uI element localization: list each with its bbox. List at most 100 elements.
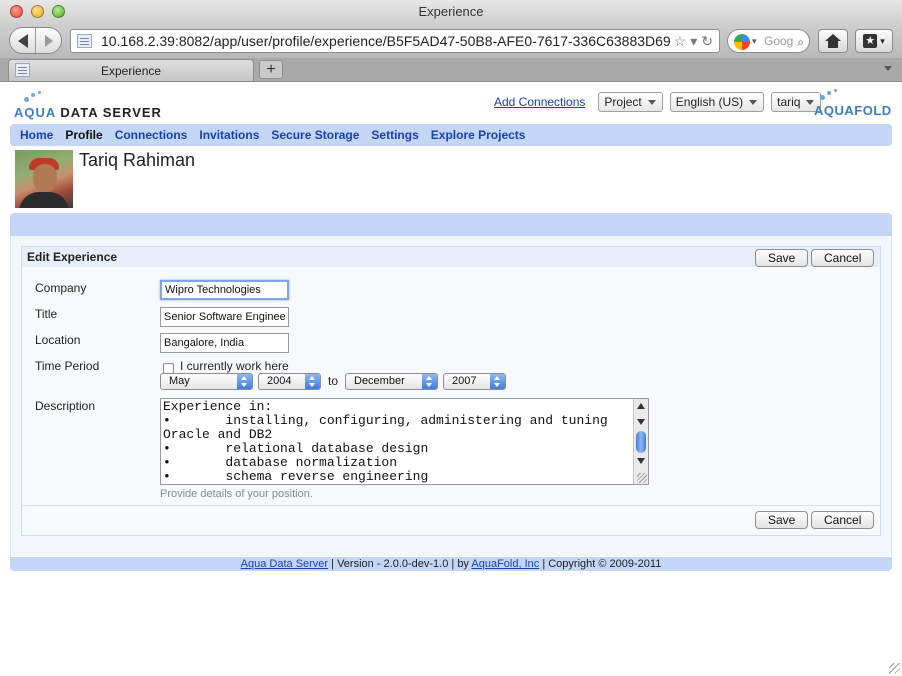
start-year-value: 2004 — [267, 375, 292, 387]
language-select[interactable]: English (US) — [669, 92, 765, 112]
title-label: Title — [35, 307, 58, 321]
title-input[interactable]: Senior Software Enginee — [160, 307, 289, 327]
end-month-select[interactable]: December — [345, 373, 438, 390]
main-nav: Home Profile Connections Invitations Sec… — [10, 124, 892, 146]
nav-connections[interactable]: Connections — [115, 128, 188, 142]
logo-data-server-text: DATA SERVER — [55, 105, 162, 120]
close-window-button[interactable] — [10, 5, 23, 18]
nav-explore-projects[interactable]: Explore Projects — [431, 128, 526, 142]
url-text: 10.168.2.39:8082/app/user/profile/experi… — [101, 33, 671, 49]
logo-bubbles-icon — [24, 91, 54, 103]
end-year-select[interactable]: 2007 — [443, 373, 506, 390]
window-titlebar: Experience — [0, 0, 902, 24]
bookmarks-star-icon: ★ — [863, 34, 878, 48]
location-input[interactable]: Bangalore, India — [160, 333, 289, 353]
window-resize-grip-icon[interactable] — [889, 663, 900, 674]
to-label: to — [328, 374, 339, 388]
end-year-stepper-icon — [490, 374, 505, 389]
bookmark-star-icon[interactable]: ☆ — [674, 33, 687, 49]
google-icon — [734, 34, 750, 50]
tab-title: Experience — [101, 64, 162, 78]
search-icon[interactable]: ⌕ — [797, 35, 804, 50]
footer-version-text: | Version - 2.0.0-dev-1.0 | by — [328, 558, 472, 570]
back-button[interactable] — [10, 28, 36, 53]
company-label: Company — [35, 281, 87, 295]
footer-product-link[interactable]: Aqua Data Server — [241, 558, 328, 570]
nav-invitations[interactable]: Invitations — [199, 128, 259, 142]
profile-name: Tariq Rahiman — [79, 150, 196, 170]
tab-menu-chevron-icon[interactable] — [884, 66, 892, 71]
browser-tab-experience[interactable]: Experience — [8, 59, 254, 81]
start-year-select[interactable]: 2004 — [258, 373, 321, 390]
description-text: Experience in: • installing, configuring… — [163, 399, 608, 484]
footer-copyright-text: | Copyright © 2009-2011 — [539, 558, 662, 570]
description-label: Description — [35, 399, 96, 413]
location-label: Location — [35, 333, 81, 347]
panel-header: Edit Experience Save Cancel — [22, 247, 880, 267]
scroll-down-arrow-icon[interactable] — [637, 419, 645, 425]
time-period-label: Time Period — [35, 359, 100, 373]
aquafold-bubbles-icon — [820, 89, 850, 101]
web-page: AQUA DATA SERVER Add Connections Project… — [0, 83, 902, 676]
currently-work-here-label: I currently work here — [180, 359, 289, 373]
panel-title: Edit Experience — [27, 250, 118, 264]
aquafold-logo-text: AQUAFOLD — [814, 103, 892, 118]
panel-footer-divider — [22, 505, 880, 506]
search-engine-dropdown-icon[interactable]: ▾ — [752, 30, 757, 52]
logo-aqua-text: AQUA — [14, 105, 56, 120]
description-scrollbar[interactable] — [633, 399, 648, 484]
save-button-bottom[interactable]: Save — [755, 511, 809, 529]
start-year-stepper-icon — [305, 374, 320, 389]
window-title: Experience — [418, 4, 484, 19]
description-textarea[interactable]: Experience in: • installing, configuring… — [160, 398, 649, 485]
browser-toolbar: 10.168.2.39:8082/app/user/profile/experi… — [0, 24, 902, 58]
scroll-thumb[interactable] — [636, 431, 646, 453]
project-select[interactable]: Project — [598, 92, 663, 112]
tab-favicon-icon — [15, 63, 30, 77]
bookmarks-dropdown-icon: ▾ — [880, 35, 885, 46]
end-year-value: 2007 — [452, 375, 477, 387]
cancel-button-top[interactable]: Cancel — [811, 249, 875, 267]
minimize-window-button[interactable] — [31, 5, 44, 18]
start-month-value: May — [169, 375, 190, 387]
cancel-button-bottom[interactable]: Cancel — [811, 511, 875, 529]
url-dropdown-icon[interactable]: ▾ — [690, 33, 697, 49]
home-icon — [825, 34, 841, 48]
add-connections-link[interactable]: Add Connections — [494, 95, 585, 109]
save-button-top[interactable]: Save — [755, 249, 809, 267]
new-tab-button[interactable]: + — [259, 60, 283, 79]
scroll-up-arrow-icon[interactable] — [637, 403, 645, 409]
forward-arrow-icon — [44, 34, 53, 47]
reload-icon[interactable]: ↻ — [701, 33, 713, 49]
home-button[interactable] — [818, 29, 848, 53]
zoom-window-button[interactable] — [52, 5, 65, 18]
end-month-stepper-icon — [422, 374, 437, 389]
search-placeholder: Goog — [764, 34, 794, 48]
content-header-band — [10, 213, 892, 236]
forward-button[interactable] — [36, 28, 61, 53]
history-buttons — [9, 27, 62, 54]
start-month-select[interactable]: May — [160, 373, 253, 390]
nav-profile[interactable]: Profile — [65, 128, 102, 142]
aquafold-logo[interactable]: AQUAFOLD — [812, 89, 892, 119]
site-favicon-icon — [77, 34, 92, 48]
address-bar[interactable]: 10.168.2.39:8082/app/user/profile/experi… — [70, 29, 720, 53]
nav-settings[interactable]: Settings — [371, 128, 418, 142]
aqua-data-server-logo[interactable]: AQUA DATA SERVER — [14, 91, 174, 121]
tab-strip: Experience + — [0, 58, 902, 82]
page-footer: Aqua Data Server | Version - 2.0.0-dev-1… — [10, 557, 892, 571]
end-month-value: December — [354, 375, 405, 387]
header-controls: Add Connections Project English (US) tar… — [494, 91, 822, 113]
back-arrow-icon — [17, 33, 28, 48]
description-hint: Provide details of your position. — [160, 488, 313, 500]
search-box[interactable]: ▾ Goog ⌕ — [727, 29, 810, 53]
textarea-resize-grip-icon[interactable] — [637, 473, 647, 483]
start-month-stepper-icon — [237, 374, 252, 389]
company-input[interactable]: Wipro Technologies — [160, 280, 289, 300]
avatar — [15, 150, 73, 208]
nav-secure-storage[interactable]: Secure Storage — [271, 128, 359, 142]
scroll-down-arrow-bottom-icon[interactable] — [637, 458, 645, 464]
footer-company-link[interactable]: AquaFold, Inc — [471, 558, 539, 570]
nav-home[interactable]: Home — [20, 128, 53, 142]
bookmarks-button[interactable]: ★ ▾ — [855, 29, 893, 53]
